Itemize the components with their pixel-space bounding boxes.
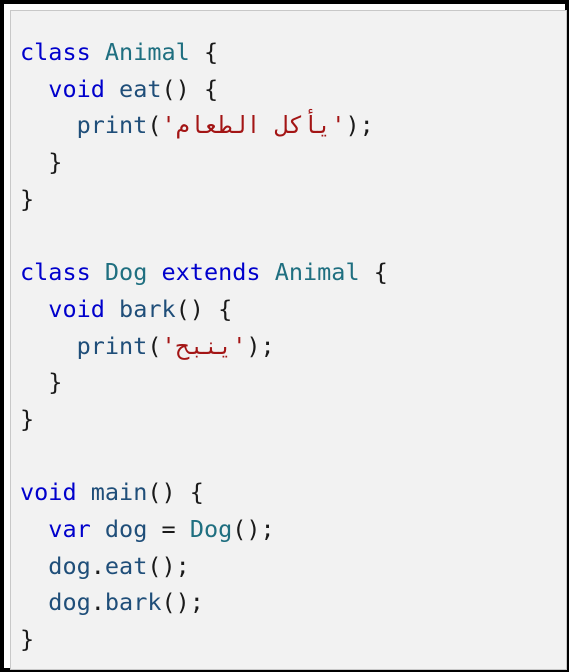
code-token-pn: } <box>20 368 63 397</box>
code-token-pn <box>20 75 48 103</box>
code-token-pn: . <box>90 551 105 580</box>
code-token-fn: print <box>76 111 148 140</box>
code-token-pn <box>147 258 161 286</box>
code-token-pn: (); <box>147 551 190 580</box>
code-token-pn: . <box>90 588 105 617</box>
code-token-pn: ); <box>246 331 275 360</box>
code-line: } <box>20 181 388 218</box>
code-token-pn <box>20 552 48 580</box>
code-token-kw: class <box>20 258 91 287</box>
code-token-pn: ( <box>147 111 162 140</box>
code-line: dog.bark(); <box>20 584 388 621</box>
code-token-pn: } <box>20 148 63 177</box>
code-token-fn: eat <box>119 74 162 103</box>
code-token-pn: = <box>147 514 190 543</box>
code-line: print('ينبح'); <box>20 328 388 365</box>
code-token-kw: var <box>48 514 91 543</box>
code-token-fn: dog <box>48 588 91 617</box>
code-token-kw: void <box>48 294 105 323</box>
code-token-kw: class <box>20 38 91 66</box>
code-token-pn: { <box>189 38 219 66</box>
code-token-fn: dog <box>104 514 148 543</box>
code-token-pn <box>20 295 48 323</box>
code-line: void bark() { <box>20 291 388 328</box>
code-token-pn <box>20 332 77 360</box>
code-token-pn: } <box>20 625 35 653</box>
code-line: } <box>20 621 388 658</box>
code-token-str: 'يأكل الطعام' <box>161 111 346 140</box>
code-token-pn <box>91 515 105 543</box>
code-token-ty: Dog <box>104 258 148 287</box>
code-token-pn <box>91 38 105 66</box>
code-token-pn <box>20 588 48 616</box>
code-token-fn: dog <box>48 551 91 580</box>
code-line: void eat() { <box>20 71 388 108</box>
code-token-ty: Animal <box>274 258 360 287</box>
code-token-kw: extends <box>161 258 261 287</box>
code-token-pn <box>20 515 48 543</box>
code-token-pn: } <box>20 184 35 213</box>
code-token-pn: () { <box>147 478 204 507</box>
code-token-pn: (); <box>161 588 204 617</box>
code-token-ty: Animal <box>104 38 190 66</box>
code-line: class Animal { <box>20 34 388 71</box>
code-token-pn <box>261 258 275 286</box>
code-token-kw: void <box>48 74 105 103</box>
code-line: } <box>20 144 388 181</box>
code-token-pn: ); <box>345 111 374 140</box>
code-panel: class Animal { void eat() { print('يأكل … <box>10 10 567 670</box>
code-line: } <box>20 401 388 438</box>
code-line: dog.eat(); <box>20 548 388 585</box>
code-token-str: 'ينبح' <box>161 331 247 360</box>
code-token-pn: ( <box>147 331 162 360</box>
code-token-pn <box>20 111 77 139</box>
code-token-pn <box>77 478 91 506</box>
code-token-fn: print <box>76 331 148 360</box>
code-block: class Animal { void eat() { print('يأكل … <box>20 34 388 658</box>
code-token-pn: () { <box>161 74 219 103</box>
code-token-kw: void <box>20 478 77 507</box>
code-token-pn: } <box>20 404 35 433</box>
code-token-pn <box>105 75 119 103</box>
code-token-pn: (); <box>232 514 275 543</box>
code-token-fn: bark <box>119 294 176 323</box>
code-token-pn <box>91 258 105 286</box>
code-token-pn: { <box>359 258 388 287</box>
code-line: var dog = Dog(); <box>20 511 388 548</box>
code-line: class Dog extends Animal { <box>20 254 388 291</box>
code-token-fn: main <box>90 478 148 507</box>
code-line: print('يأكل الطعام'); <box>20 107 388 144</box>
image-frame: class Animal { void eat() { print('يأكل … <box>0 0 569 672</box>
code-token-pn <box>105 295 119 323</box>
code-token-fn: bark <box>104 588 162 617</box>
code-line: } <box>20 364 388 401</box>
code-token-pn: () { <box>175 294 233 323</box>
code-line: void main() { <box>20 474 388 511</box>
code-token-fn: eat <box>104 551 148 580</box>
code-token-ty: Dog <box>189 514 233 543</box>
